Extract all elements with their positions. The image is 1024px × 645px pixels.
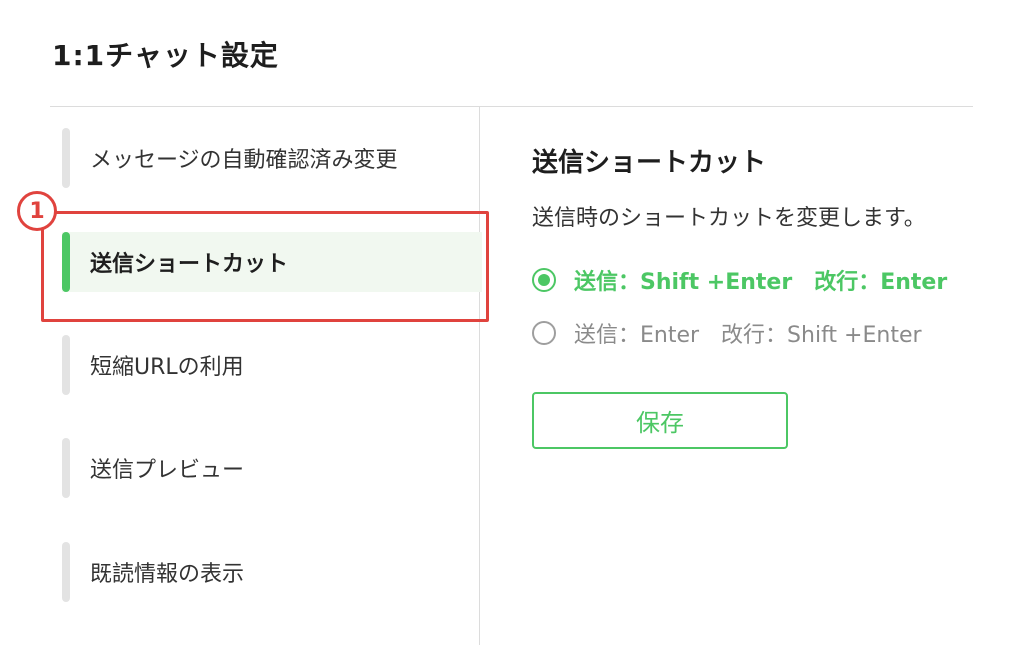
radio-option-enter-send[interactable]: 送信：Enter 改行：Shift +Enter xyxy=(532,317,922,349)
sidebar-item-send-preview[interactable]: 送信プレビュー xyxy=(62,438,482,498)
sidebar-item-indicator xyxy=(62,128,70,188)
header-divider xyxy=(50,106,973,107)
section-description: 送信時のショートカットを変更します。 xyxy=(532,206,926,231)
radio-option-label: 送信：Enter 改行：Shift +Enter xyxy=(574,323,922,348)
sidebar-item-read-receipt[interactable]: 既読情報の表示 xyxy=(62,542,482,602)
radio-checked-icon[interactable] xyxy=(532,268,556,292)
page-title: 1:1チャット設定 xyxy=(52,39,279,72)
sidebar-item-indicator xyxy=(62,438,70,498)
sidebar-item-label: メッセージの自動確認済み変更 xyxy=(90,148,398,173)
save-button[interactable]: 保存 xyxy=(532,392,788,449)
sidebar-item-label: 短縮URLの利用 xyxy=(90,355,244,380)
section-title: 送信ショートカット xyxy=(532,148,767,178)
sidebar-item-label: 既読情報の表示 xyxy=(90,562,245,587)
sidebar-item-label: 送信プレビュー xyxy=(90,458,245,483)
sidebar-item-indicator xyxy=(62,335,70,395)
radio-option-label: 送信：Shift +Enter 改行：Enter xyxy=(574,270,948,295)
step-number-badge: 1 xyxy=(17,191,57,231)
sidebar-item-short-url[interactable]: 短縮URLの利用 xyxy=(62,335,482,395)
annotation-highlight-box xyxy=(41,211,489,322)
radio-option-shift-enter-send[interactable]: 送信：Shift +Enter 改行：Enter xyxy=(532,264,947,296)
radio-unchecked-icon[interactable] xyxy=(532,321,556,345)
sidebar-item-auto-read[interactable]: メッセージの自動確認済み変更 xyxy=(62,128,482,188)
sidebar-item-indicator xyxy=(62,542,70,602)
